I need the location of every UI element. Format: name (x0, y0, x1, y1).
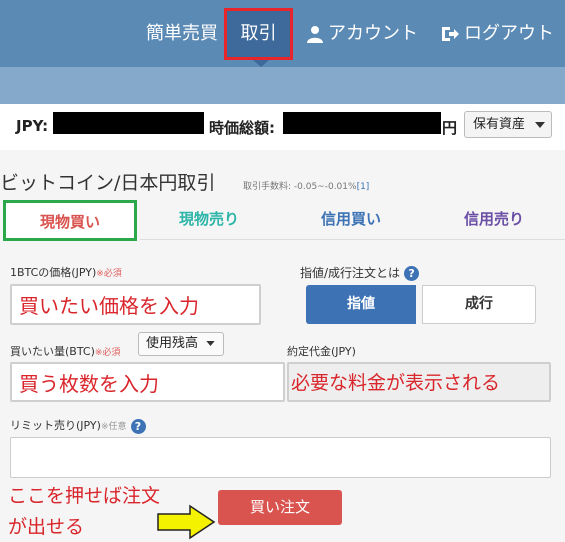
nav-trade[interactable]: 取引 (224, 8, 293, 60)
use-balance-dropdown[interactable]: 使用残高 (138, 332, 224, 356)
nav-logout[interactable]: ログアウト (440, 0, 554, 67)
fee-text: 取引手数料: -0.05~-0.01%[1] (243, 179, 369, 192)
amount-label-text: 買いたい量(BTC) (10, 345, 95, 358)
tab-margin-buy[interactable]: 信用買い (284, 200, 418, 241)
tab-spot-buy[interactable]: 現物買い (3, 200, 137, 241)
price-required: ※必須 (96, 269, 122, 279)
buy-order-button[interactable]: 買い注文 (218, 490, 342, 525)
limit-sell-label: リミット売り(JPY)※任意? (10, 417, 146, 434)
question-circle-icon[interactable]: ? (130, 418, 146, 434)
use-balance-label: 使用残高 (146, 336, 199, 351)
market-order-button[interactable]: 成行 (422, 285, 536, 324)
limit-sell-input[interactable] (10, 437, 551, 478)
yellow-arrow-icon (157, 504, 216, 540)
limit-sell-label-text: リミット売り(JPY) (10, 419, 101, 432)
sub-navbar (0, 67, 565, 104)
amount-required: ※必須 (94, 348, 121, 358)
jpy-balance-redacted (53, 112, 204, 134)
nav-logout-label: ログアウト (464, 23, 554, 44)
total-value-label: 時価総額: (209, 119, 275, 137)
amount-annotation: 買う枚数を入力 (19, 372, 159, 396)
tab-spot-sell[interactable]: 現物売り (140, 200, 278, 241)
price-annotation: 買いたい価格を入力 (19, 294, 199, 318)
price-label-text: 1BTCの価格(JPY) (10, 266, 97, 279)
contract-label: 約定代金(JPY) (287, 345, 356, 358)
active-nav-pointer (253, 60, 269, 67)
nav-account-label: アカウント (328, 23, 418, 44)
logout-icon (442, 27, 459, 41)
tab-margin-sell[interactable]: 信用売り (424, 200, 564, 241)
page-title: ビットコイン/日本円取引 (0, 172, 216, 194)
amount-label: 買いたい量(BTC)※必須 (10, 343, 120, 359)
total-value-redacted (283, 112, 441, 134)
jpy-label: JPY: (16, 117, 49, 135)
order-type-label-text: 指値/成行注文とは (300, 266, 401, 280)
caret-down-icon (535, 121, 546, 128)
price-label: 1BTCの価格(JPY)※必須 (10, 264, 122, 280)
nav-account[interactable]: アカウント (306, 0, 418, 67)
press-annotation-line2: が出せる (8, 516, 85, 538)
nav-simple-trade[interactable]: 簡単売買 (146, 0, 218, 67)
caret-down-icon (206, 341, 215, 346)
limit-order-button[interactable]: 指値 (306, 285, 416, 324)
order-type-label: 指値/成行注文とは? (300, 264, 420, 281)
yen-suffix: 円 (442, 119, 458, 137)
fee-label: 取引手数料: -0.05~-0.01% (243, 182, 357, 192)
holdings-dropdown[interactable]: 保有資産 (464, 111, 552, 138)
contract-annotation: 必要な料金が表示される (291, 372, 501, 394)
question-circle-icon[interactable]: ? (404, 266, 420, 281)
user-icon (307, 26, 323, 43)
press-annotation-line1: ここを押せば注文 (8, 485, 161, 507)
fee-link[interactable]: [1] (357, 182, 370, 192)
holdings-dropdown-label: 保有資産 (473, 117, 526, 132)
limit-sell-optional: ※任意 (100, 422, 127, 432)
